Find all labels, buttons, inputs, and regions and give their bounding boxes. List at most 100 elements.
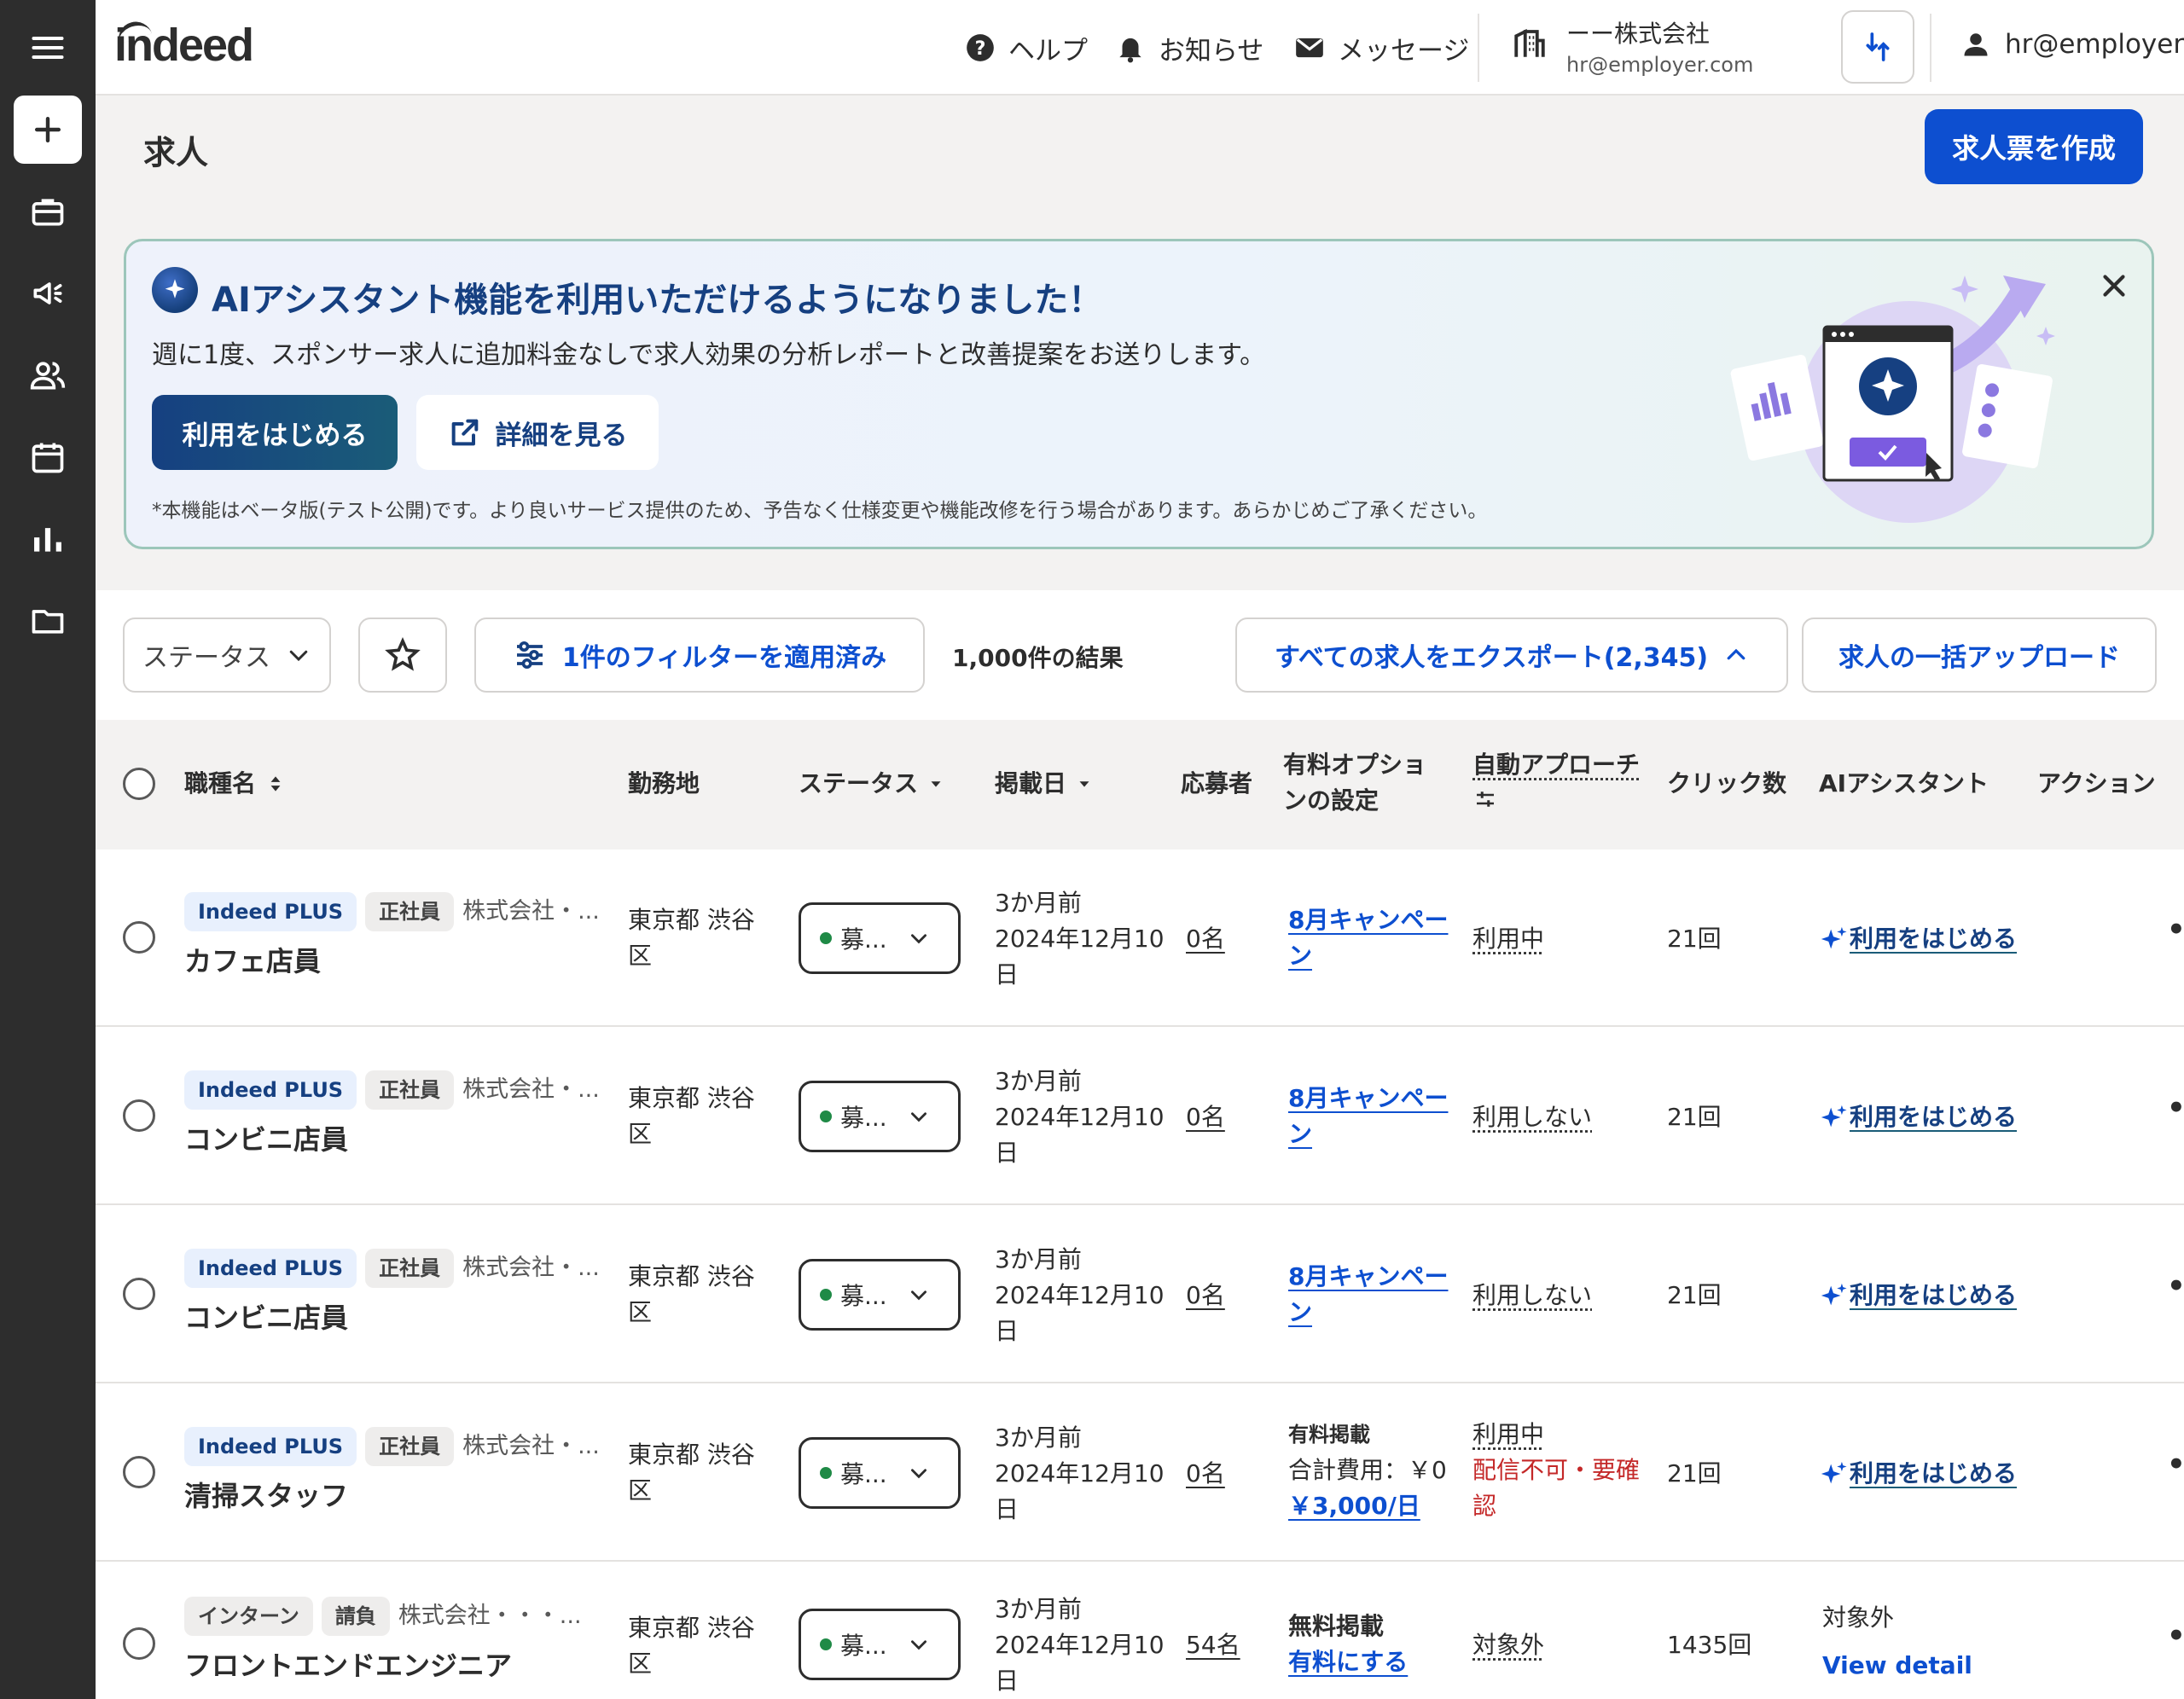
switch-account-button[interactable] — [1841, 10, 1914, 84]
column-ai-assistant: AIアシスタント — [1819, 766, 1989, 802]
folder-icon[interactable] — [14, 587, 82, 655]
more-actions-icon[interactable]: ••• — [2167, 913, 2184, 947]
delivery-warning: 配信不可・要確 — [1472, 1453, 1640, 1488]
paid-option-link[interactable]: 8月キャンペーン — [1288, 1081, 1448, 1152]
ai-assistant-banner: AIアシスタント機能を利用いただけるようになりました！ 週に1度、スポンサー求人… — [124, 239, 2154, 549]
building-icon — [1512, 26, 1548, 61]
table-row[interactable]: インターン 請負 株式会社・・・... フロントエンドエンジニア 東京都 渋谷区 募… — [96, 1563, 2184, 1699]
posted-date: 3か月前 2024年12月10 日 — [995, 1064, 1165, 1171]
results-count: 1,000件の結果 — [952, 640, 1124, 674]
row-checkbox[interactable] — [123, 1099, 155, 1132]
job-title-link[interactable]: 清掃スタッフ — [184, 1478, 348, 1514]
applicants-link[interactable]: 0名 — [1186, 921, 1225, 957]
view-details-button[interactable]: 詳細を見る — [416, 395, 659, 470]
header-divider-2 — [1930, 14, 1931, 82]
analytics-icon[interactable] — [14, 505, 82, 573]
close-icon[interactable] — [2094, 265, 2135, 306]
posted-date: 3か月前 2024年12月10 日 — [995, 1420, 1165, 1528]
campaign-icon[interactable] — [14, 259, 82, 328]
job-title-link[interactable]: フロントエンドエンジニア — [184, 1648, 512, 1684]
company-name: 株式会社・... — [462, 1433, 600, 1459]
chevron-down-icon — [908, 1462, 930, 1484]
user-menu[interactable]: hr@employer.co... — [1960, 29, 2184, 60]
auto-approach-status[interactable]: 利用しない — [1472, 1278, 1592, 1313]
auto-approach-status[interactable]: 利用しない — [1472, 1099, 1592, 1135]
candidates-icon[interactable] — [14, 341, 82, 409]
table-header: 職種名 勤務地 ステータス 掲載日 応募者 有料オプショ ンの設定 自動アプロー… — [96, 720, 2184, 850]
indeed-logo[interactable]: indeed — [114, 19, 253, 72]
notifications-link[interactable]: お知らせ — [1114, 26, 1263, 70]
table-row[interactable]: Indeed PLUS 正社員 株式会社・... コンビニ店員 東京都 渋谷区 募.… — [96, 1206, 2184, 1383]
more-actions-icon[interactable]: ••• — [2167, 1269, 2184, 1303]
jobs-icon[interactable] — [14, 177, 82, 246]
job-title-link[interactable]: コンビニ店員 — [184, 1300, 348, 1336]
status-dropdown[interactable]: 募... — [799, 1081, 961, 1152]
row-checkbox[interactable] — [123, 921, 155, 954]
more-actions-icon[interactable]: ••• — [2167, 1091, 2184, 1125]
table-row[interactable]: Indeed PLUS 正社員 株式会社・... 清掃スタッフ 東京都 渋谷区 募.… — [96, 1384, 2184, 1562]
favorites-filter-button[interactable] — [358, 618, 447, 693]
job-location: 東京都 渋谷区 — [628, 1259, 755, 1331]
applicants-link[interactable]: 54名 — [1186, 1627, 1240, 1663]
create-icon[interactable] — [14, 96, 82, 164]
click-count: 21回 — [1667, 1278, 1722, 1313]
help-link[interactable]: ? ヘルプ — [964, 26, 1088, 70]
auto-approach-status[interactable]: 利用中 — [1472, 921, 1544, 957]
more-actions-icon[interactable]: ••• — [2167, 1447, 2184, 1482]
calendar-icon[interactable] — [14, 423, 82, 491]
menu-icon[interactable] — [14, 14, 82, 82]
view-detail-link[interactable]: View detail — [1822, 1648, 1972, 1684]
tag-employment-type: 正社員 — [365, 892, 454, 931]
applicants-link[interactable]: 0名 — [1186, 1278, 1225, 1313]
status-dot — [820, 1638, 832, 1650]
status-dot — [820, 1110, 832, 1122]
start-ai-button[interactable]: 利用をはじめる — [152, 395, 398, 470]
column-auto-approach[interactable]: 自動アプローチ — [1472, 747, 1640, 822]
applicants-link[interactable]: 0名 — [1186, 1456, 1225, 1492]
tag-employment-type: 正社員 — [365, 1070, 454, 1110]
tag-internship: インターン — [184, 1597, 313, 1636]
table-row[interactable]: Indeed PLUS 正社員 株式会社・... カフェ店員 東京都 渋谷区 募..… — [96, 850, 2184, 1027]
external-link-icon — [448, 415, 482, 449]
bulk-upload-button[interactable]: 求人の一括アップロード — [1802, 618, 2157, 693]
create-job-button[interactable]: 求人票を作成 — [1925, 109, 2143, 184]
upgrade-to-paid-link[interactable]: 有料にする — [1288, 1644, 1408, 1680]
column-posted-date[interactable]: 掲載日 — [995, 766, 1094, 802]
paid-option-link[interactable]: 8月キャンペーン — [1288, 902, 1448, 974]
filters-button[interactable]: 1件のフィルターを適用済み — [474, 618, 925, 693]
chevron-up-icon — [1723, 642, 1749, 668]
ai-start-link[interactable]: 利用をはじめる — [1819, 1099, 2017, 1135]
job-location: 東京都 渋谷区 — [628, 1081, 755, 1152]
auto-approach-status[interactable]: 利用中 配信不可・要確 認 — [1472, 1417, 1640, 1524]
job-title-link[interactable]: カフェ店員 — [184, 943, 321, 979]
sparkle-icon — [1819, 1281, 1848, 1310]
row-checkbox[interactable] — [123, 1456, 155, 1488]
column-job-title[interactable]: 職種名 — [184, 766, 287, 802]
company-name: 株式会社・... — [462, 1255, 600, 1281]
export-button[interactable]: すべての求人をエクスポート(2,345) — [1235, 618, 1788, 693]
row-checkbox[interactable] — [123, 1278, 155, 1310]
applicants-link[interactable]: 0名 — [1186, 1099, 1225, 1135]
job-title-link[interactable]: コンビニ店員 — [184, 1122, 348, 1157]
more-actions-icon[interactable]: ••• — [2167, 1619, 2184, 1653]
status-dropdown[interactable]: 募... — [799, 1437, 961, 1509]
status-dropdown[interactable]: 募... — [799, 1259, 961, 1331]
status-filter-dropdown[interactable]: ステータス — [123, 618, 331, 693]
status-dropdown[interactable]: 募... — [799, 1609, 961, 1680]
paid-option-info: 無料掲載 有料にする — [1288, 1609, 1408, 1680]
sparkle-icon — [1819, 925, 1848, 954]
messages-link[interactable]: メッセージ — [1293, 26, 1469, 70]
caret-down-icon — [1075, 774, 1094, 793]
paid-option-link[interactable]: 8月キャンペーン — [1288, 1259, 1448, 1331]
column-status[interactable]: ステータス — [799, 766, 945, 802]
daily-budget-link[interactable]: ￥3,000/日 — [1288, 1488, 1447, 1524]
status-dropdown[interactable]: 募... — [799, 902, 961, 974]
column-clicks: クリック数 — [1667, 766, 1786, 802]
ai-start-link[interactable]: 利用をはじめる — [1819, 1456, 2017, 1492]
select-all-checkbox[interactable] — [123, 768, 155, 800]
ai-start-link[interactable]: 利用をはじめる — [1819, 921, 2017, 957]
row-checkbox[interactable] — [123, 1627, 155, 1660]
table-row[interactable]: Indeed PLUS 正社員 株式会社・... コンビニ店員 東京都 渋谷区 募.… — [96, 1028, 2184, 1205]
auto-approach-status[interactable]: 対象外 — [1472, 1627, 1544, 1663]
ai-start-link[interactable]: 利用をはじめる — [1819, 1278, 2017, 1313]
